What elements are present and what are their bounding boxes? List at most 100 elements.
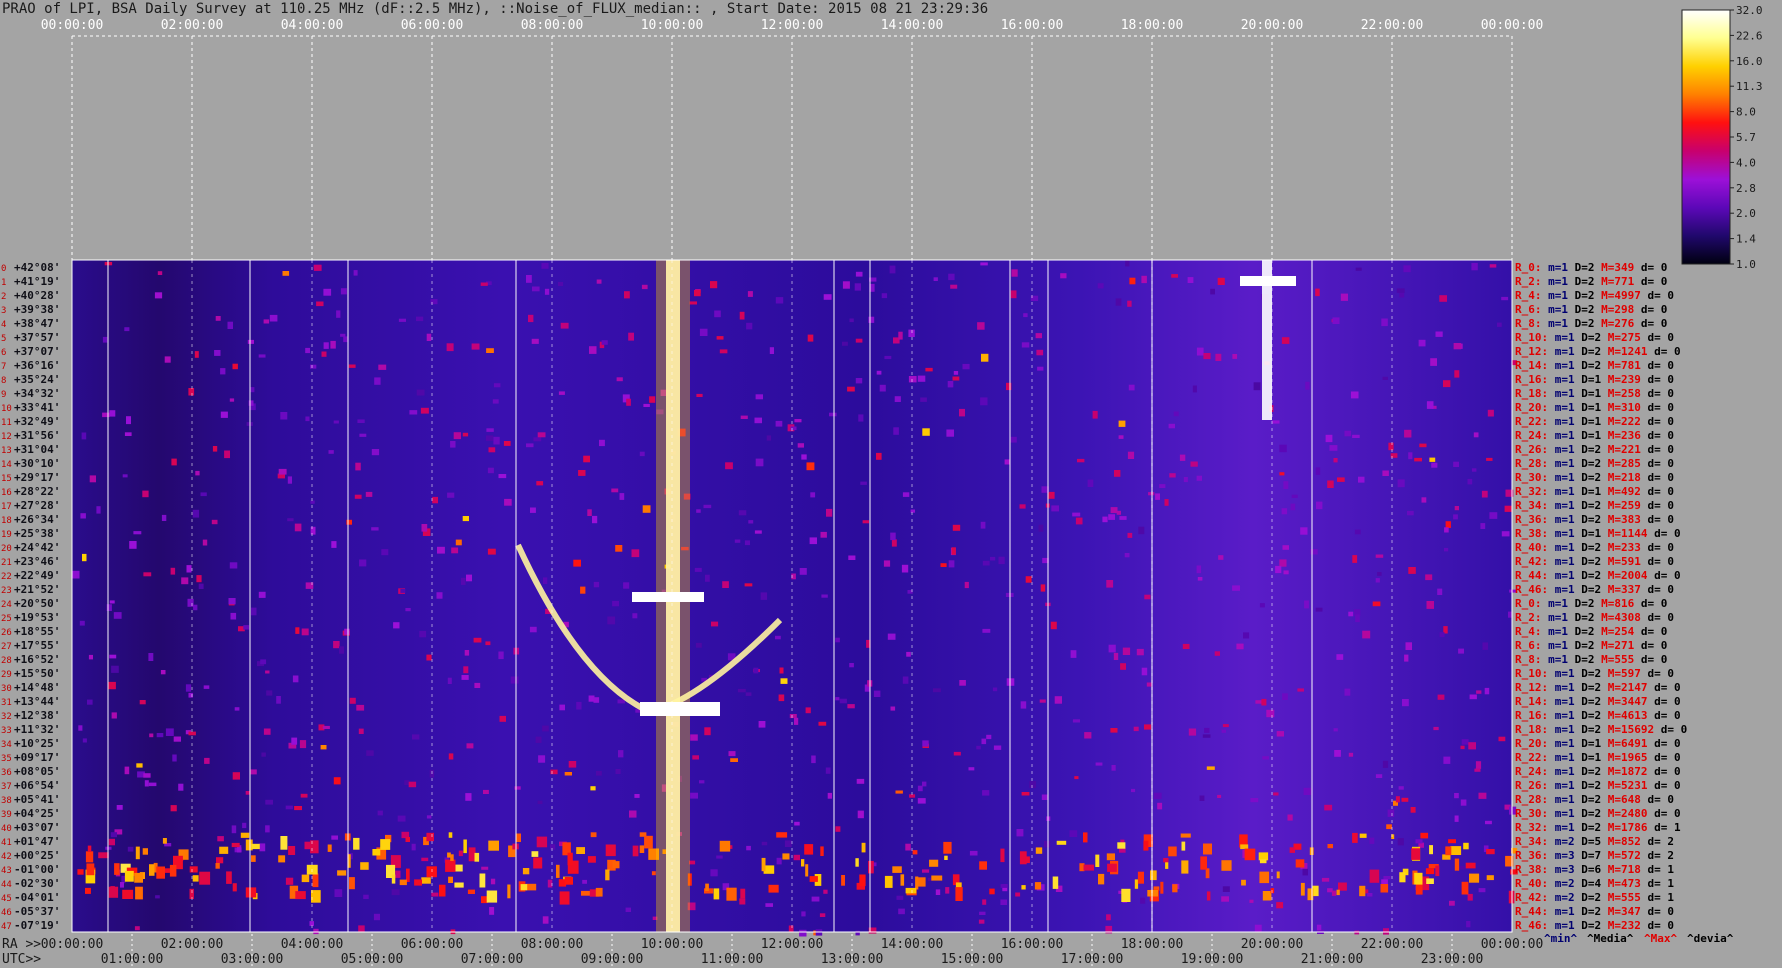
declination-axis: 0 +42°08' 1 +41°19' 2 +40°28' 3 +39°38' 4 +38°47'… (1, 261, 60, 932)
ray-stat-row: R_18: m=1 D=2 M=15692 d= 0 (1515, 723, 1687, 736)
ray-stat-row: R_38: m=1 D=1 M=1144 d= 0 (1515, 527, 1681, 540)
ray-stat-row: R_30: m=1 D=2 M=218 d= 0 (1515, 471, 1674, 484)
colorbar-gradient (1681, 9, 1731, 265)
ra-tick-label: 22:00:00 (1361, 937, 1424, 952)
source-crossbar (632, 592, 704, 602)
ray-stat-row: R_46: m=1 D=2 M=337 d= 0 (1515, 583, 1674, 596)
ray-stat-row: R_2: m=1 D=2 M=4308 d= 0 (1515, 611, 1674, 624)
row-index: 33 (1, 726, 12, 736)
row-index: 40 (1, 824, 12, 834)
row-index: 6 (1, 348, 6, 358)
dec-tick-label: +17°55' (14, 639, 60, 652)
row-index: 43 (1, 866, 12, 876)
row-index: 11 (1, 418, 12, 428)
row-index: 37 (1, 782, 12, 792)
dec-tick-label: +03°07' (14, 821, 60, 834)
ray-stat-row: R_4: m=1 D=2 M=4997 d= 0 (1515, 289, 1674, 302)
ray-stat-row: R_24: m=1 D=1 M=236 d= 0 (1515, 429, 1674, 442)
row-index: 10 (1, 404, 12, 414)
legend-item: ^min^ (1544, 932, 1577, 945)
dec-tick-label: +08°05' (14, 765, 60, 778)
dec-tick-label: +37°07' (14, 345, 60, 358)
ra-tick-label: 18:00:00 (1121, 937, 1184, 952)
dec-tick-label: +01°47' (14, 835, 60, 848)
dec-tick-label: +39°38' (14, 303, 60, 316)
source-crossbar-lower (640, 702, 720, 716)
ray-stat-row: R_16: m=1 D=2 M=4613 d= 0 (1515, 709, 1681, 722)
row-index: 16 (1, 488, 12, 498)
colorbar-tick-label: 5.7 (1736, 131, 1756, 144)
ray-stat-row: R_12: m=1 D=2 M=1241 d= 0 (1515, 345, 1681, 358)
dec-tick-label: +38°47' (14, 317, 60, 330)
dec-tick-label: +40°28' (14, 289, 60, 302)
top-tick-label: 04:00:00 (281, 18, 344, 33)
row-index: 44 (1, 880, 12, 890)
dec-tick-label: +31°04' (14, 443, 60, 456)
ray-stat-row: R_8: m=1 D=2 M=276 d= 0 (1515, 317, 1667, 330)
ray-stat-row: R_44: m=1 D=2 M=2004 d= 0 (1515, 569, 1681, 582)
row-index: 19 (1, 530, 12, 540)
dec-tick-label: -02°30' (14, 877, 60, 890)
dec-tick-label: +15°50' (14, 667, 60, 680)
ray-stat-row: R_36: m=3 D=7 M=572 d= 2 (1515, 849, 1674, 862)
row-index: 1 (1, 278, 6, 288)
ray-stat-row: R_18: m=1 D=1 M=258 d= 0 (1515, 387, 1674, 400)
row-index: 14 (1, 460, 12, 470)
ray-stat-row: R_6: m=1 D=2 M=298 d= 0 (1515, 303, 1667, 316)
ray-stat-row: R_28: m=1 D=2 M=648 d= 0 (1515, 793, 1674, 806)
row-index: 25 (1, 614, 12, 624)
ray-stat-row: R_40: m=2 D=4 M=473 d= 1 (1515, 877, 1674, 890)
dec-tick-label: +09°17' (14, 751, 60, 764)
ray-stat-row: R_8: m=1 D=2 M=555 d= 0 (1515, 653, 1667, 666)
row-index: 21 (1, 558, 12, 568)
row-index: 22 (1, 572, 12, 582)
colorbar-tick-label: 1.4 (1736, 233, 1756, 246)
top-tick-label: 14:00:00 (881, 18, 944, 33)
colorbar-tick-label: 8.0 (1736, 106, 1756, 119)
dec-tick-label: +41°19' (14, 275, 60, 288)
row-index: 47 (1, 922, 12, 932)
row-index: 3 (1, 306, 6, 316)
dec-tick-label: +34°32' (14, 387, 60, 400)
dec-tick-label: +27°28' (14, 499, 60, 512)
colorbar-tick-label: 11.3 (1736, 80, 1763, 93)
top-tick-label: 16:00:00 (1001, 18, 1064, 33)
ray-stat-row: R_40: m=1 D=2 M=233 d= 0 (1515, 541, 1674, 554)
dec-tick-label: +28°22' (14, 485, 60, 498)
ray-stat-row: R_10: m=1 D=2 M=275 d= 0 (1515, 331, 1674, 344)
row-index: 45 (1, 894, 12, 904)
ray-stat-row: R_42: m=1 D=2 M=591 d= 0 (1515, 555, 1674, 568)
top-tick-label: 06:00:00 (401, 18, 464, 33)
row-index: 32 (1, 712, 12, 722)
dec-tick-label: +20°50' (14, 597, 60, 610)
dec-tick-label: +13°44' (14, 695, 60, 708)
ray-stat-row: R_38: m=3 D=6 M=718 d= 1 (1515, 863, 1674, 876)
ra-axis-label: RA >> (2, 937, 41, 952)
dec-tick-label: +23°46' (14, 555, 60, 568)
top-axis: 00:00:00 02:00:00 04:00:00 06:00:00 08:00:00… (41, 18, 1544, 33)
dec-tick-label: +25°38' (14, 527, 60, 540)
dec-tick-label: +26°34' (14, 513, 60, 526)
colorbar-tick-label: 2.8 (1736, 182, 1756, 195)
top-tick-label: 12:00:00 (761, 18, 824, 33)
row-index: 39 (1, 810, 12, 820)
ra-tick-label: 20:00:00 (1241, 937, 1304, 952)
colorbar-tick-label: 2.0 (1736, 207, 1756, 220)
ray-stat-row: R_14: m=1 D=2 M=781 d= 0 (1515, 359, 1674, 372)
dec-tick-label: -07°19' (14, 919, 60, 932)
dec-tick-label: +42°08' (14, 261, 60, 274)
chart-svg: 00:00:00 02:00:00 04:00:00 06:00:00 08:00:00… (1, 4, 1763, 968)
dec-tick-label: +21°52' (14, 583, 60, 596)
colorbar-tick-label: 32.0 (1736, 4, 1763, 17)
dec-tick-label: +16°52' (14, 653, 60, 666)
ra-tick-label: 02:00:00 (161, 937, 224, 952)
row-index: 35 (1, 754, 12, 764)
row-index: 38 (1, 796, 12, 806)
row-index: 42 (1, 852, 12, 862)
ray-stat-row: R_10: m=1 D=2 M=597 d= 0 (1515, 667, 1674, 680)
dec-tick-label: +32°49' (14, 415, 60, 428)
dec-tick-label: +37°57' (14, 331, 60, 344)
ray-stat-row: R_34: m=2 D=5 M=852 d= 2 (1515, 835, 1674, 848)
row-index: 23 (1, 586, 12, 596)
stats-legend: ^min^ ^Media^ ^Max^ ^devia^ (1544, 932, 1734, 945)
